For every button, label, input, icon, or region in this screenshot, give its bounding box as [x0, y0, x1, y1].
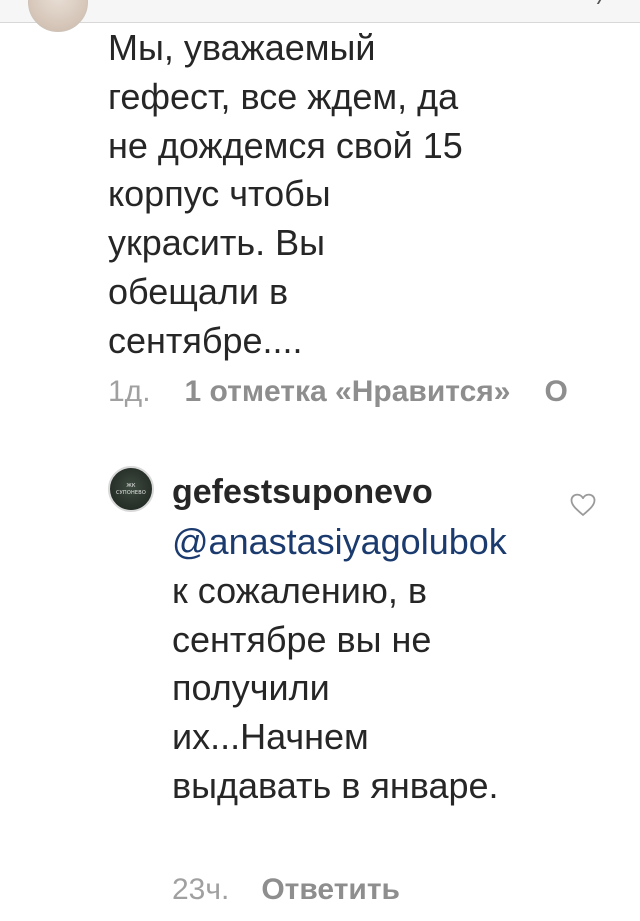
reply-body: @anastasiyagolubok к сожалению, в сентяб… [172, 518, 532, 811]
comment-timestamp: 1д. [108, 375, 151, 408]
reply-meta: 23ч. Ответить [172, 870, 400, 910]
comment-reply-button[interactable]: О [544, 372, 567, 412]
top-bar [0, 0, 640, 23]
reply-avatar[interactable]: ЖК СУПОНЕВО [108, 466, 154, 512]
reply-timestamp: 23ч. [172, 873, 230, 906]
reply-mention-link[interactable]: @anastasiyagolubok [172, 521, 507, 562]
reply-username[interactable]: gefestsuponevo [172, 472, 433, 512]
commenter-avatar[interactable] [28, 0, 88, 32]
heart-outline-icon[interactable] [570, 493, 596, 517]
avatar-logo-bottom: СУПОНЕВО [115, 490, 147, 496]
comment-text: Мы, уважаемый гефест, все ждем, да не до… [108, 27, 463, 361]
comment-meta: 1д. 1 отметка «Нравится» О [108, 372, 568, 412]
top-edge-mark [596, 0, 612, 4]
avatar-logo-top: ЖК [126, 483, 136, 489]
reply-reply-button[interactable]: Ответить [261, 870, 400, 910]
comment-likes-count[interactable]: 1 отметка «Нравится» [185, 372, 511, 412]
reply-text: к сожалению, в сентябре вы не получили и… [172, 569, 499, 806]
